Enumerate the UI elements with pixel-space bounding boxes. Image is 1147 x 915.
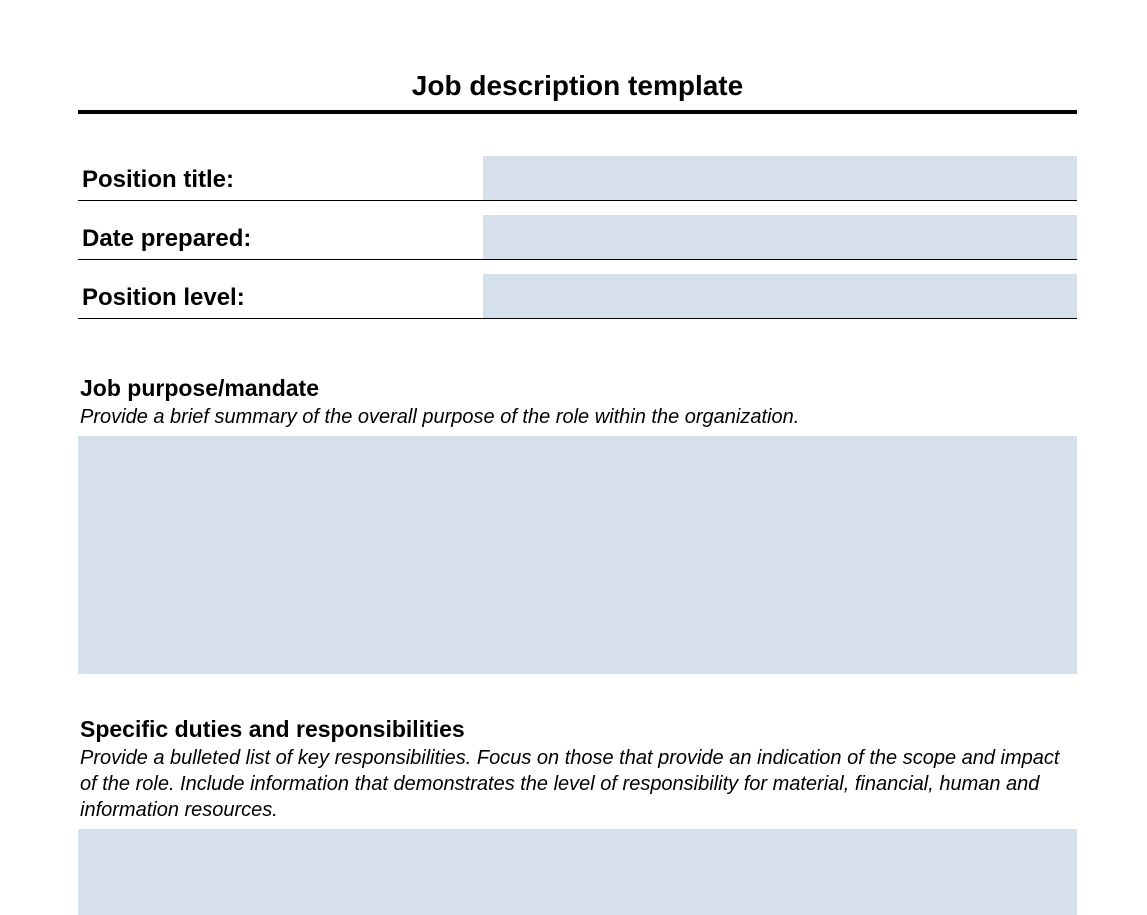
date-prepared-input[interactable] — [483, 215, 1077, 259]
purpose-section: Job purpose/mandate Provide a brief summ… — [78, 375, 1077, 674]
field-row-date-prepared: Date prepared: — [78, 215, 1077, 260]
duties-heading: Specific duties and responsibilities — [78, 716, 1077, 743]
position-level-label: Position level: — [78, 284, 483, 318]
duties-desc: Provide a bulleted list of key responsib… — [78, 745, 1077, 823]
field-row-position-title: Position title: — [78, 156, 1077, 201]
field-row-position-level: Position level: — [78, 274, 1077, 319]
position-level-input[interactable] — [483, 274, 1077, 318]
page-title: Job description template — [78, 70, 1077, 114]
position-title-input[interactable] — [483, 156, 1077, 200]
purpose-desc: Provide a brief summary of the overall p… — [78, 404, 1077, 430]
fields-container: Position title: Date prepared: Position … — [78, 156, 1077, 319]
duties-section: Specific duties and responsibilities Pro… — [78, 716, 1077, 915]
purpose-heading: Job purpose/mandate — [78, 375, 1077, 402]
position-title-label: Position title: — [78, 166, 483, 200]
purpose-input[interactable] — [78, 436, 1077, 674]
date-prepared-label: Date prepared: — [78, 225, 483, 259]
duties-input[interactable] — [78, 829, 1077, 915]
